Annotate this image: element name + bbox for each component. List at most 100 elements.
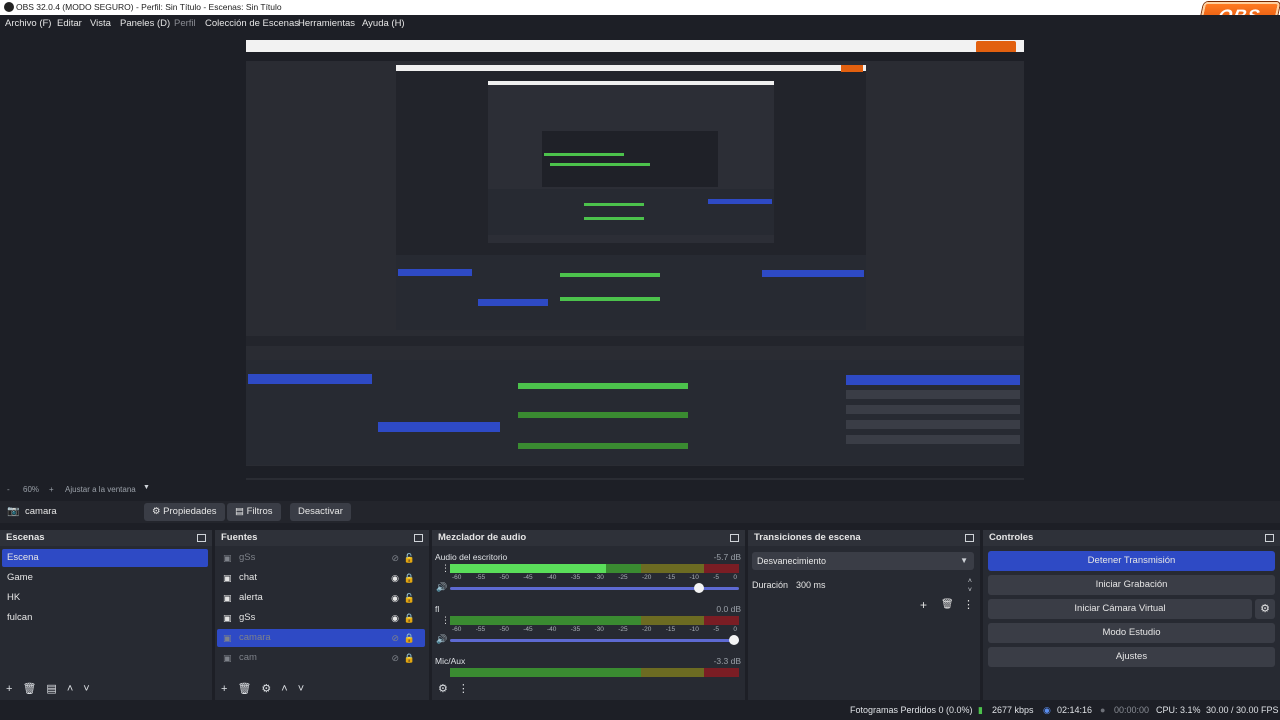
virtual-camera-gear-icon[interactable]: ⚙ <box>1255 599 1275 619</box>
undock-icon[interactable] <box>730 534 739 542</box>
scene-item[interactable]: Escena <box>2 549 208 567</box>
unlock-icon[interactable]: 🔓 <box>404 549 415 567</box>
audio-level-meter <box>450 616 739 625</box>
meter-tick-label: 0 <box>733 626 737 633</box>
stop-streaming-button[interactable]: Detener Transmisión <box>988 551 1275 571</box>
eye-icon[interactable]: ◉ <box>391 609 399 627</box>
trash-icon[interactable]: 🗑 <box>941 599 954 610</box>
add-icon[interactable]: + <box>221 683 227 695</box>
menu-paneles[interactable]: Paneles (D) <box>120 18 170 29</box>
lock-icon[interactable]: 🔒 <box>404 629 415 647</box>
source-item[interactable]: ▣ gSs ⊘ 🔓 <box>217 549 425 567</box>
arrow-up-icon[interactable]: ˄ <box>281 683 287 695</box>
volume-slider[interactable] <box>450 635 739 645</box>
eye-icon[interactable]: ◉ <box>391 589 399 607</box>
menu-herramientas[interactable]: Herramientas <box>298 18 355 29</box>
track-menu-icon[interactable]: ⋮ <box>441 563 450 574</box>
mixer-track-db: -5.7 dB <box>713 552 741 562</box>
menu-archivo[interactable]: Archivo (F) <box>5 18 51 29</box>
add-icon[interactable]: + <box>6 683 12 695</box>
meter-tick-label: -50 <box>499 574 509 581</box>
zoom-in-button[interactable]: + <box>49 485 54 494</box>
eye-hidden-icon[interactable]: ⊘ <box>391 549 399 567</box>
unlock-icon[interactable]: 🔓 <box>404 589 415 607</box>
source-item[interactable]: ▣ gSs ◉ 🔒 <box>217 609 425 627</box>
trash-icon[interactable]: 🗑 <box>237 683 251 695</box>
meter-tick-label: -10 <box>689 626 699 633</box>
meter-tick-label: -55 <box>475 626 486 633</box>
preview-canvas[interactable] <box>246 40 1024 480</box>
deactivate-button[interactable]: Desactivar <box>290 503 351 521</box>
transition-type-select[interactable]: Desvanecimiento ▼ <box>752 552 974 570</box>
meter-tick-label: -25 <box>618 626 628 633</box>
eye-hidden-icon[interactable]: ⊘ <box>391 649 399 667</box>
volume-slider[interactable] <box>450 583 739 593</box>
source-toolbar: 📷 camara ⚙ Propiedades ▤ Filtros Desacti… <box>0 501 1280 523</box>
lock-icon[interactable]: 🔒 <box>404 609 415 627</box>
start-recording-button[interactable]: Iniciar Grabación <box>988 575 1275 595</box>
undock-icon[interactable] <box>414 534 423 542</box>
menu-vista[interactable]: Vista <box>90 18 111 29</box>
more-options-icon[interactable]: ⋮ <box>963 598 974 611</box>
volume-slider-knob[interactable] <box>729 635 739 645</box>
dropped-frames: Fotogramas Perdidos 0 (0.0%) <box>850 705 973 715</box>
volume-slider-knob[interactable] <box>694 583 705 593</box>
menu-ayuda[interactable]: Ayuda (H) <box>362 18 405 29</box>
eye-hidden-icon[interactable]: ⊘ <box>391 629 399 647</box>
scene-item[interactable]: Game <box>2 569 208 587</box>
source-name: gSs <box>239 552 256 563</box>
gear-icon[interactable]: ⚙ <box>261 683 271 695</box>
meter-tick-label: -55 <box>475 574 486 581</box>
filter-icon[interactable]: ▤ <box>46 683 56 695</box>
add-icon[interactable]: + <box>920 598 927 612</box>
menu-editar[interactable]: Editar <box>57 18 82 29</box>
undock-icon[interactable] <box>965 534 974 542</box>
arrow-up-icon[interactable]: ˄ <box>67 683 73 695</box>
filters-button[interactable]: ▤ Filtros <box>227 503 281 521</box>
scene-item[interactable]: HK <box>2 589 208 607</box>
lock-icon[interactable]: 🔒 <box>404 649 415 667</box>
chevron-down-icon[interactable]: ▼ <box>143 484 150 491</box>
mixer-track-db: -3.3 dB <box>713 656 741 666</box>
source-type-icon: ▣ <box>223 593 232 603</box>
record-icon: ● <box>1100 705 1106 715</box>
chevron-down-icon: ▼ <box>960 556 968 565</box>
zoom-out-button[interactable]: - <box>7 485 10 494</box>
meter-tick-label: -45 <box>523 626 533 633</box>
lock-icon[interactable]: 🔒 <box>404 569 415 587</box>
undock-icon[interactable] <box>1265 534 1274 542</box>
properties-button[interactable]: ⚙ Propiedades <box>144 503 225 521</box>
menu-coleccion-escenas[interactable]: Colección de Escenas <box>205 18 299 29</box>
zoom-fit-dropdown[interactable]: Ajustar a la ventana <box>65 485 136 494</box>
sources-dock: Fuentes ▣ gSs ⊘ 🔓 ▣ chat ◉ 🔒 ▣ alerta ◉ 🔓 ▣ gSs ◉ 🔒 ▣ cam… <box>215 530 429 700</box>
eye-icon[interactable]: ◉ <box>391 569 399 587</box>
start-virtual-camera-button[interactable]: Iniciar Cámara Virtual <box>988 599 1252 619</box>
volume-icon[interactable]: 🔊 <box>436 634 447 645</box>
meter-tick-label: 0 <box>733 574 737 581</box>
source-item[interactable]: ▣ camara ⊘ 🔒 <box>217 629 425 647</box>
meter-tick-label: -40 <box>547 574 557 581</box>
transition-type-value: Desvanecimiento <box>757 556 827 566</box>
source-item[interactable]: ▣ cam ⊘ 🔒 <box>217 649 425 667</box>
trash-icon[interactable]: 🗑 <box>22 683 36 695</box>
arrow-down-icon[interactable]: ˅ <box>298 683 304 695</box>
scenes-footer: + 🗑 ▤ ˄ ˅ <box>6 682 100 695</box>
more-options-icon[interactable]: ⋮ <box>458 683 469 695</box>
duration-input[interactable]: 300 ms ˄ ˅ <box>792 576 978 594</box>
undock-icon[interactable] <box>197 534 206 542</box>
studio-mode-button[interactable]: Modo Estudio <box>988 623 1275 643</box>
menu-perfil[interactable]: Perfil <box>174 18 196 29</box>
volume-icon[interactable]: 🔊 <box>436 582 447 593</box>
preview-nested-titlebar <box>246 40 1024 52</box>
controls-title: Controles <box>989 532 1034 543</box>
source-item[interactable]: ▣ alerta ◉ 🔓 <box>217 589 425 607</box>
track-menu-icon[interactable]: ⋮ <box>441 615 450 626</box>
mixer-settings-icon[interactable]: ⚙ <box>438 683 448 695</box>
meter-tick-label: -60 <box>452 626 462 633</box>
mixer-footer: ⚙ ⋮ <box>438 682 479 695</box>
arrow-down-icon[interactable]: ˅ <box>83 683 89 695</box>
scene-item[interactable]: fulcan <box>2 609 208 627</box>
source-item[interactable]: ▣ chat ◉ 🔒 <box>217 569 425 587</box>
settings-button[interactable]: Ajustes <box>988 647 1275 667</box>
cpu-usage: CPU: 3.1% <box>1156 705 1201 715</box>
